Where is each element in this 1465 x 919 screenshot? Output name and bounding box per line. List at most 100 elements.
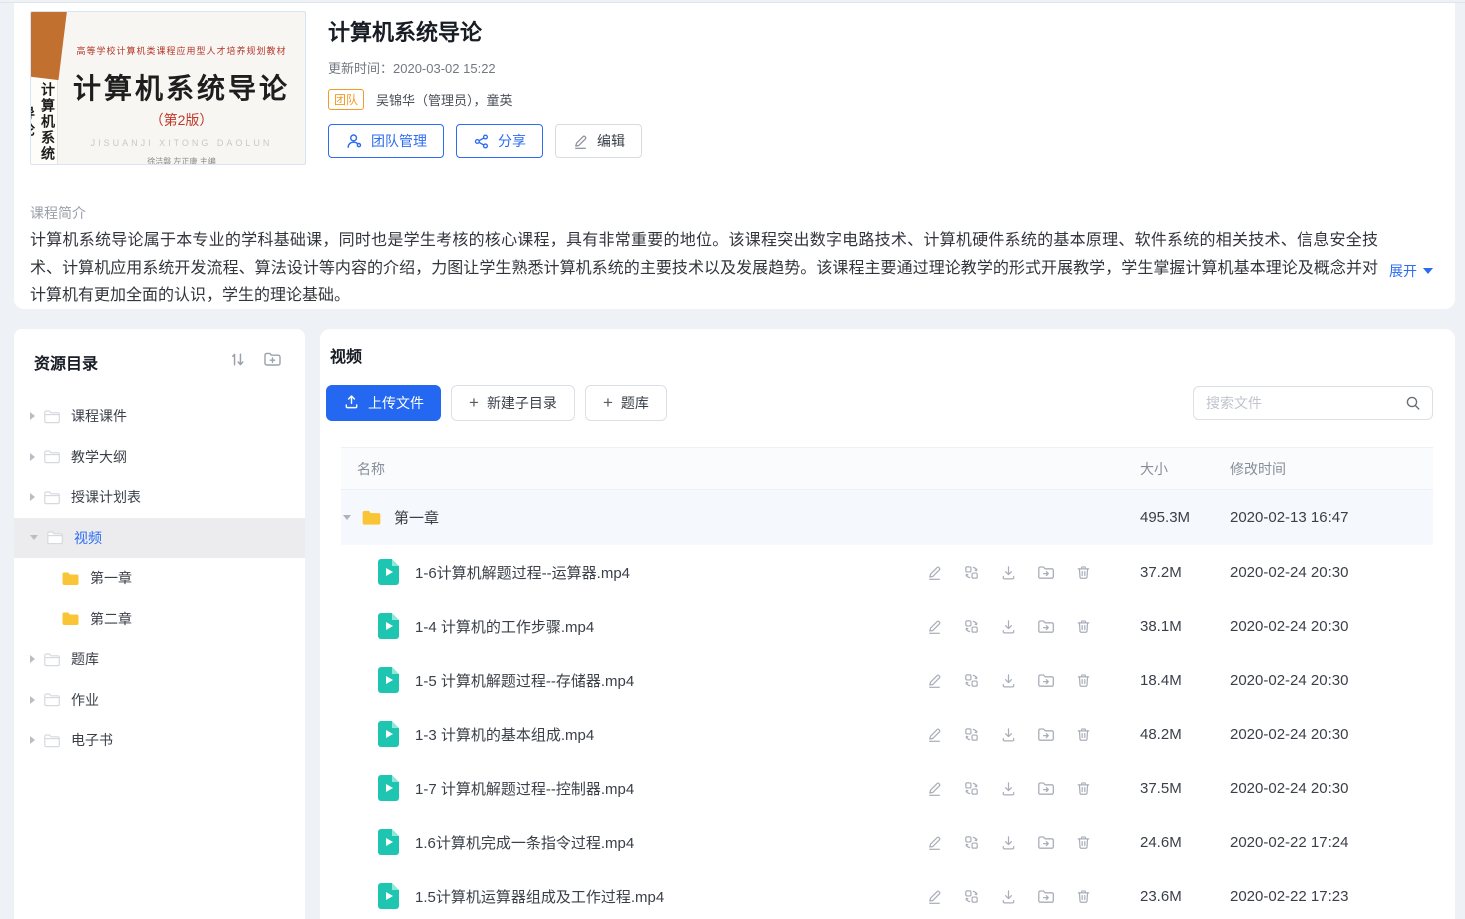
transcode-icon[interactable] [963, 672, 980, 689]
delete-icon[interactable] [1075, 618, 1092, 635]
video-file-icon [378, 559, 399, 585]
delete-icon[interactable] [1075, 888, 1092, 905]
course-intro-label: 课程简介 [30, 203, 86, 223]
upload-file-button[interactable]: 上传文件 [326, 385, 441, 421]
rename-icon[interactable] [926, 726, 943, 743]
sort-icon[interactable] [228, 350, 247, 374]
delete-icon[interactable] [1075, 834, 1092, 851]
search-input[interactable] [1193, 386, 1433, 420]
download-icon[interactable] [1000, 834, 1017, 851]
rename-icon[interactable] [926, 564, 943, 581]
book-series-text: 高等学校计算机类课程应用型人才培养规划教材 [58, 44, 305, 57]
question-bank-button[interactable]: + 题库 [585, 385, 667, 421]
book-title-text: 计算机系统导论 [58, 67, 305, 107]
file-table-row[interactable]: 1.6计算机完成一条指令过程.mp4 24.6M 202 [341, 815, 1433, 869]
sidebar-item-label: 题库 [71, 649, 99, 669]
folder-icon [43, 691, 61, 708]
expand-link[interactable]: 展开 [1389, 261, 1433, 281]
sidebar-item-3[interactable]: 视频 [14, 518, 305, 559]
file-modified: 2020-02-24 20:30 [1230, 564, 1433, 581]
row-actions [926, 888, 1092, 905]
file-name[interactable]: 1-6计算机解题过程--运算器.mp4 [415, 562, 630, 583]
tree-caret-icon[interactable] [30, 655, 35, 663]
add-folder-icon[interactable] [263, 349, 283, 374]
rename-icon[interactable] [926, 834, 943, 851]
transcode-icon[interactable] [963, 564, 980, 581]
transcode-icon[interactable] [963, 888, 980, 905]
tree-caret-icon[interactable] [30, 535, 38, 540]
file-name[interactable]: 1-3 计算机的基本组成.mp4 [415, 724, 594, 745]
folder-name: 第一章 [394, 507, 439, 528]
transcode-icon[interactable] [963, 834, 980, 851]
new-subfolder-button[interactable]: + 新建子目录 [451, 385, 575, 421]
course-intro-text: 计算机系统导论属于本专业的学科基础课，同时也是学生考核的核心课程，具有非常重要的… [30, 227, 1378, 310]
sidebar-item-7[interactable]: 作业 [14, 680, 305, 721]
move-to-folder-icon[interactable] [1037, 834, 1055, 851]
book-spine-title: 计算机系统导论 [31, 80, 58, 164]
share-button[interactable]: 分享 [456, 124, 543, 158]
move-to-folder-icon[interactable] [1037, 726, 1055, 743]
download-icon[interactable] [1000, 780, 1017, 797]
file-table-row[interactable]: 1-5 计算机解题过程--存储器.mp4 18.4M 2 [341, 653, 1433, 707]
download-icon[interactable] [1000, 564, 1017, 581]
search-icon[interactable] [1404, 394, 1422, 417]
share-label: 分享 [498, 131, 526, 151]
rename-icon[interactable] [926, 780, 943, 797]
tree-caret-icon[interactable] [30, 736, 35, 744]
file-name[interactable]: 1-5 计算机解题过程--存储器.mp4 [415, 670, 634, 691]
file-name[interactable]: 1.5计算机运算器组成及工作过程.mp4 [415, 886, 664, 907]
tree-caret-icon[interactable] [30, 412, 35, 420]
rename-icon[interactable] [926, 618, 943, 635]
sidebar-item-label: 教学大纲 [71, 447, 127, 467]
sidebar-item-2[interactable]: 授课计划表 [14, 477, 305, 518]
row-actions [926, 618, 1092, 635]
download-icon[interactable] [1000, 888, 1017, 905]
chevron-down-icon[interactable] [343, 515, 351, 520]
file-table-row[interactable]: 1-6计算机解题过程--运算器.mp4 37.2M 20 [341, 545, 1433, 599]
table-header-row: 名称 大小 修改时间 [341, 447, 1433, 490]
move-to-folder-icon[interactable] [1037, 888, 1055, 905]
delete-icon[interactable] [1075, 726, 1092, 743]
delete-icon[interactable] [1075, 780, 1092, 797]
download-icon[interactable] [1000, 726, 1017, 743]
tree-caret-icon[interactable] [30, 453, 35, 461]
sidebar-item-label: 视频 [74, 528, 102, 548]
file-name[interactable]: 1.6计算机完成一条指令过程.mp4 [415, 832, 634, 853]
file-table-row[interactable]: 1-7 计算机解题过程--控制器.mp4 37.5M 2 [341, 761, 1433, 815]
team-manage-button[interactable]: 团队管理 [328, 124, 444, 158]
video-file-icon [378, 829, 399, 855]
sidebar-item-0[interactable]: 课程课件 [14, 396, 305, 437]
tree-caret-icon[interactable] [30, 696, 35, 704]
sidebar-item-5[interactable]: 第二章 [14, 599, 305, 640]
rename-icon[interactable] [926, 672, 943, 689]
delete-icon[interactable] [1075, 672, 1092, 689]
download-icon[interactable] [1000, 672, 1017, 689]
file-table-row[interactable]: 1-3 计算机的基本组成.mp4 48.2M 2020- [341, 707, 1433, 761]
tree-caret-icon[interactable] [30, 493, 35, 501]
move-to-folder-icon[interactable] [1037, 672, 1055, 689]
team-badge: 团队 [328, 89, 364, 110]
file-table-row[interactable]: 1-4 计算机的工作步骤.mp4 38.1M 2020- [341, 599, 1433, 653]
sidebar-item-1[interactable]: 教学大纲 [14, 437, 305, 478]
folder-table-row[interactable]: 第一章 495.3M 2020-02-13 16:47 [341, 490, 1433, 545]
delete-icon[interactable] [1075, 564, 1092, 581]
move-to-folder-icon[interactable] [1037, 564, 1055, 581]
edit-button[interactable]: 编辑 [555, 124, 642, 158]
sidebar-item-6[interactable]: 题库 [14, 639, 305, 680]
book-authors-text: 徐洁磐 左正康 主编 [58, 156, 305, 165]
sidebar-item-8[interactable]: 电子书 [14, 720, 305, 761]
move-to-folder-icon[interactable] [1037, 780, 1055, 797]
transcode-icon[interactable] [963, 618, 980, 635]
download-icon[interactable] [1000, 618, 1017, 635]
folder-icon [61, 570, 80, 587]
folder-icon [43, 408, 61, 425]
transcode-icon[interactable] [963, 726, 980, 743]
move-to-folder-icon[interactable] [1037, 618, 1055, 635]
sidebar-item-4[interactable]: 第一章 [14, 558, 305, 599]
file-rows: 1-6计算机解题过程--运算器.mp4 37.2M 20 [341, 545, 1433, 919]
file-name[interactable]: 1-7 计算机解题过程--控制器.mp4 [415, 778, 634, 799]
rename-icon[interactable] [926, 888, 943, 905]
file-table-row[interactable]: 1.5计算机运算器组成及工作过程.mp4 23.6M 2 [341, 869, 1433, 919]
file-name[interactable]: 1-4 计算机的工作步骤.mp4 [415, 616, 594, 637]
transcode-icon[interactable] [963, 780, 980, 797]
